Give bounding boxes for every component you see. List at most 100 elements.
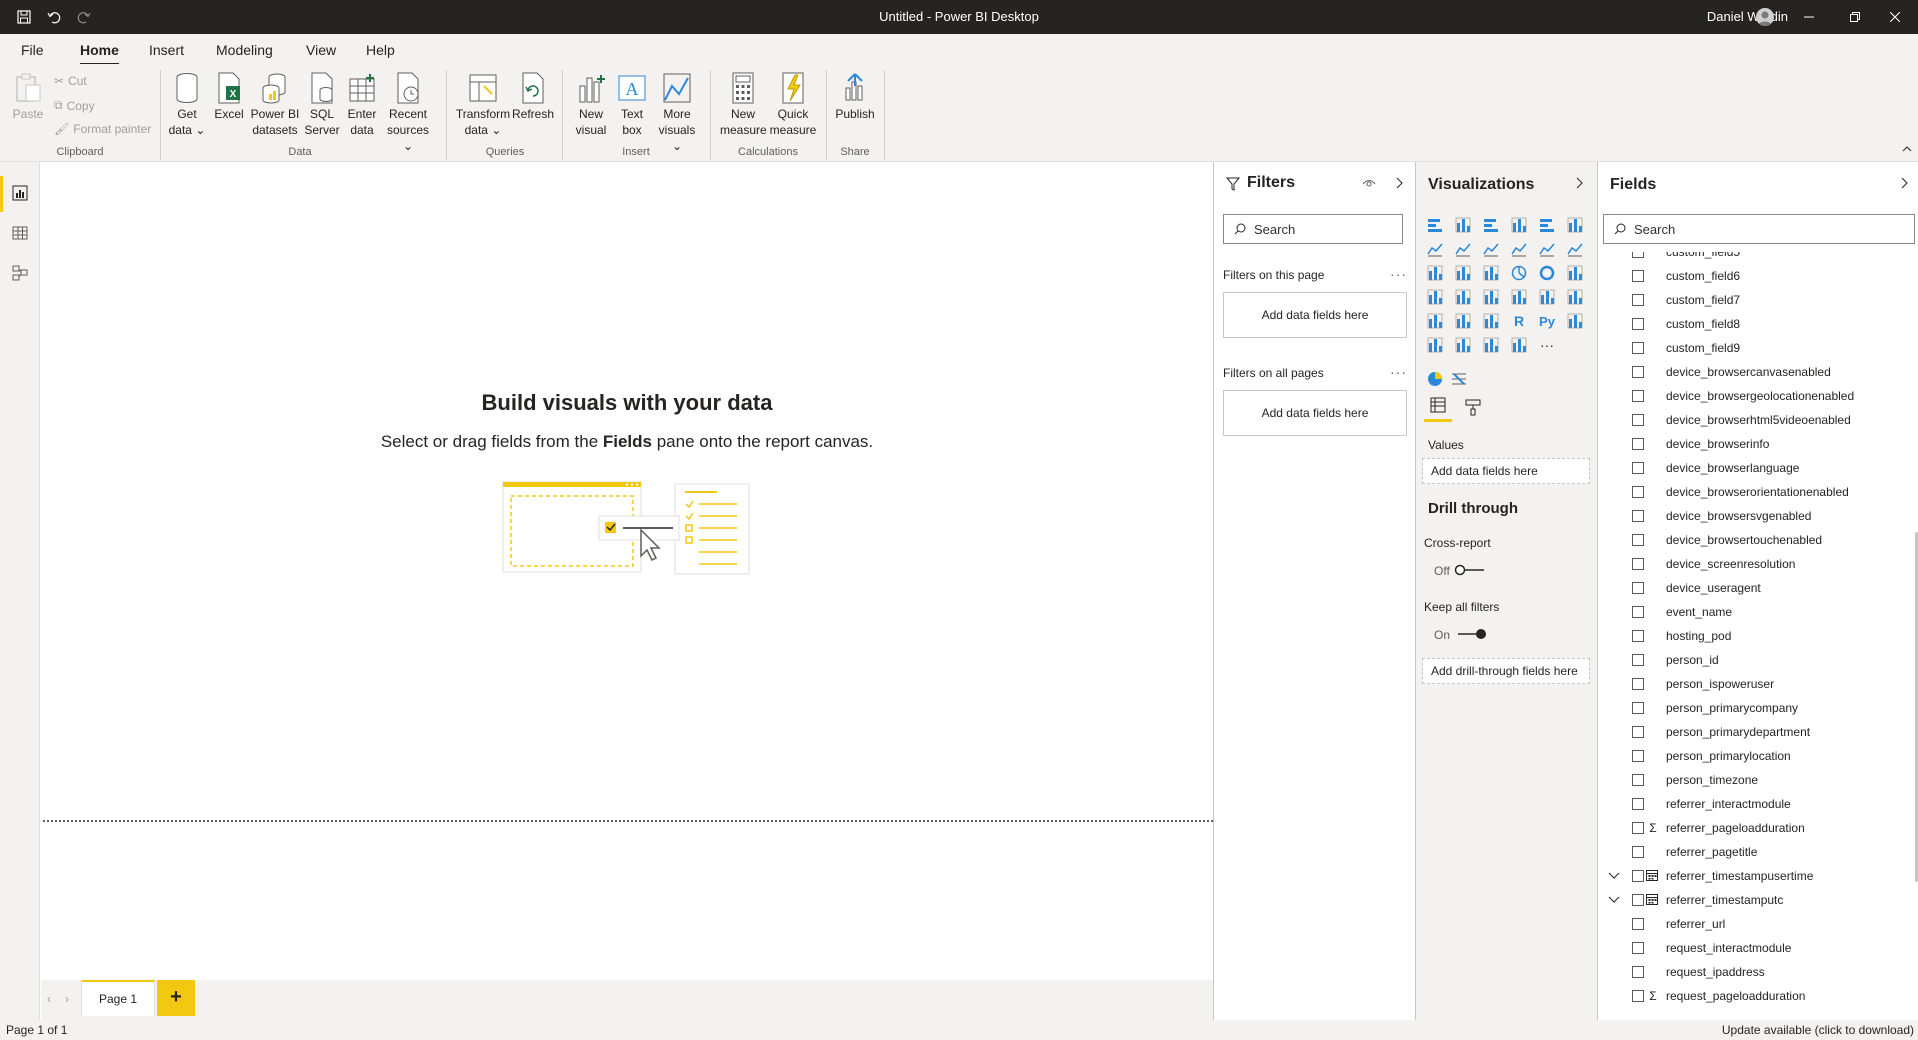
map-icon[interactable] — [1424, 286, 1446, 308]
list-item[interactable]: person_ispoweruser — [1598, 672, 1914, 696]
100-column-icon[interactable] — [1564, 214, 1586, 236]
more-options-icon[interactable]: ··· — [1390, 266, 1407, 282]
field-checkbox[interactable] — [1632, 438, 1644, 450]
field-checkbox[interactable] — [1632, 630, 1644, 642]
collapse-fields-icon[interactable] — [1901, 177, 1909, 189]
eye-icon[interactable] — [1362, 178, 1376, 190]
list-item[interactable]: device_browsersvgenabled — [1598, 504, 1914, 528]
field-checkbox[interactable] — [1632, 294, 1644, 306]
enter-data-button[interactable]: Enter data — [344, 72, 380, 138]
format-paint-roller-icon[interactable] — [1464, 398, 1482, 416]
list-item[interactable]: custom_field7 — [1598, 288, 1914, 312]
fields-well-tab-icon[interactable] — [1424, 396, 1452, 422]
list-item[interactable]: referrer_timestamputc — [1598, 888, 1914, 912]
field-checkbox[interactable] — [1632, 870, 1644, 882]
chevron-down-icon[interactable] — [1608, 894, 1620, 906]
collapse-ribbon-icon[interactable] — [1902, 144, 1912, 154]
list-item[interactable]: device_browserorientationenabled — [1598, 480, 1914, 504]
values-dropzone[interactable]: Add data fields here — [1422, 458, 1590, 484]
field-checkbox[interactable] — [1632, 390, 1644, 402]
publish-button[interactable]: Publish — [834, 72, 876, 122]
list-item[interactable]: custom_field5 — [1598, 252, 1914, 264]
list-item[interactable]: person_id — [1598, 648, 1914, 672]
get-data-button[interactable]: Get data ⌄ — [168, 72, 206, 138]
add-page-button[interactable]: + — [157, 980, 195, 1016]
tab-modeling[interactable]: Modeling — [216, 42, 273, 64]
field-checkbox[interactable] — [1632, 534, 1644, 546]
text-box-button[interactable]: A Text box — [614, 72, 650, 138]
power-bi-datasets-button[interactable]: Power BI datasets — [248, 72, 302, 138]
refresh-button[interactable]: Refresh — [510, 72, 556, 122]
line-chart-icon[interactable] — [1424, 238, 1446, 260]
key-influencers-icon[interactable] — [1564, 310, 1586, 332]
field-checkbox[interactable] — [1632, 654, 1644, 666]
drill-through-dropzone[interactable]: Add drill-through fields here — [1422, 658, 1590, 684]
report-view-icon[interactable] — [9, 182, 31, 204]
field-checkbox[interactable] — [1632, 342, 1644, 354]
list-item[interactable]: device_browserinfo — [1598, 432, 1914, 456]
field-checkbox[interactable] — [1632, 726, 1644, 738]
list-item[interactable]: custom_field8 — [1598, 312, 1914, 336]
field-checkbox[interactable] — [1632, 486, 1644, 498]
list-item[interactable]: device_useragent — [1598, 576, 1914, 600]
ribbon-chart-icon[interactable] — [1564, 238, 1586, 260]
stacked-bar-icon[interactable] — [1424, 214, 1446, 236]
field-checkbox[interactable] — [1632, 966, 1644, 978]
cut-button[interactable]: ✂ Cut — [54, 74, 87, 88]
close-icon[interactable] — [1872, 0, 1918, 34]
cross-report-toggle[interactable] — [1454, 564, 1488, 576]
new-measure-button[interactable]: New measure — [720, 72, 767, 138]
paste-button[interactable]: Paste — [10, 72, 46, 122]
transform-data-button[interactable]: Transform data ⌄ — [454, 72, 512, 138]
tab-file[interactable]: File — [21, 42, 44, 64]
line-clustered-column-icon[interactable] — [1536, 238, 1558, 260]
list-item[interactable]: device_browserlanguage — [1598, 456, 1914, 480]
list-item[interactable]: Σreferrer_pageloadduration — [1598, 816, 1914, 840]
field-checkbox[interactable] — [1632, 366, 1644, 378]
filters-page-dropzone[interactable]: Add data fields here — [1223, 292, 1407, 338]
recent-sources-button[interactable]: Recent sources ⌄ — [382, 72, 434, 154]
kpi-icon[interactable] — [1564, 286, 1586, 308]
field-checkbox[interactable] — [1632, 414, 1644, 426]
keep-filters-toggle[interactable] — [1454, 628, 1488, 640]
qa-icon[interactable] — [1452, 334, 1474, 356]
stacked-area-icon[interactable] — [1480, 238, 1502, 260]
list-item[interactable]: device_browsergeolocationenabled — [1598, 384, 1914, 408]
donut-chart-icon[interactable] — [1536, 262, 1558, 284]
list-item[interactable]: device_browsertouchenabled — [1598, 528, 1914, 552]
waterfall-icon[interactable] — [1424, 262, 1446, 284]
card-icon[interactable] — [1508, 286, 1530, 308]
quick-measure-button[interactable]: Quick measure — [768, 72, 818, 138]
list-item[interactable]: custom_field9 — [1598, 336, 1914, 360]
field-checkbox[interactable] — [1632, 270, 1644, 282]
smart-narrative-icon[interactable] — [1480, 334, 1502, 356]
tab-home[interactable]: Home — [80, 42, 119, 66]
multi-row-card-icon[interactable] — [1536, 286, 1558, 308]
excel-button[interactable]: X Excel — [212, 72, 246, 122]
model-view-icon[interactable] — [9, 262, 31, 284]
line-column-icon[interactable] — [1508, 238, 1530, 260]
list-item[interactable]: request_ipaddress — [1598, 960, 1914, 984]
clustered-column-icon[interactable] — [1508, 214, 1530, 236]
field-checkbox[interactable] — [1632, 894, 1644, 906]
list-item[interactable]: referrer_timestampusertime — [1598, 864, 1914, 888]
list-item[interactable]: person_primarycompany — [1598, 696, 1914, 720]
filled-map-icon[interactable] — [1452, 286, 1474, 308]
matrix-icon[interactable] — [1480, 310, 1502, 332]
fields-search-input[interactable]: Search — [1603, 214, 1915, 244]
list-item[interactable]: event_name — [1598, 600, 1914, 624]
sql-server-button[interactable]: SQL Server — [304, 72, 340, 138]
field-checkbox[interactable] — [1632, 702, 1644, 714]
field-checkbox[interactable] — [1632, 942, 1644, 954]
decomposition-tree-icon[interactable] — [1424, 334, 1446, 356]
field-checkbox[interactable] — [1632, 750, 1644, 762]
fields-scrollbar[interactable] — [1914, 252, 1918, 1012]
arcgis-map-icon[interactable] — [1424, 368, 1446, 390]
report-canvas[interactable]: Build visuals with your data Select or d… — [41, 162, 1213, 980]
scatter-icon[interactable] — [1480, 262, 1502, 284]
list-item[interactable]: custom_field6 — [1598, 264, 1914, 288]
list-item[interactable]: device_browsercanvasenabled — [1598, 360, 1914, 384]
list-item[interactable]: hosting_pod — [1598, 624, 1914, 648]
new-visual-button[interactable]: New visual — [572, 72, 610, 138]
collapse-filters-icon[interactable] — [1396, 177, 1404, 189]
